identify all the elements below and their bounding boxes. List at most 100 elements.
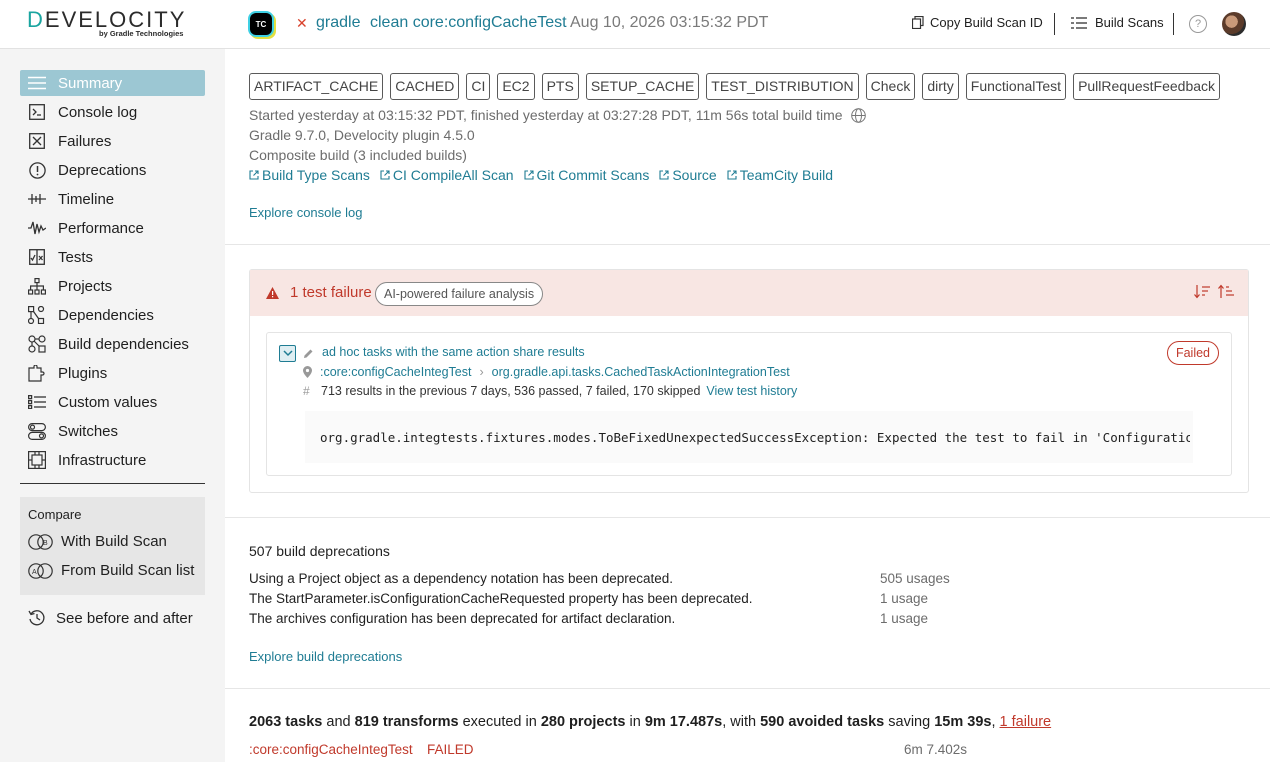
link-label: CI CompileAll Scan (392, 167, 514, 183)
compare-with-label: With Build Scan (61, 533, 167, 550)
test-breadcrumb: :core:configCacheIntegTest › org.gradle.… (320, 365, 790, 379)
sidebar-item-custom-values[interactable]: Custom values (20, 389, 205, 415)
see-before-and-after-link[interactable]: See before and after (28, 609, 193, 627)
build-date: Aug 10, 2026 03:15:32 PDT (570, 14, 769, 31)
sidebar-item-label: Build dependencies (58, 335, 189, 353)
composite-text: Composite build (3 included builds) (249, 147, 467, 163)
sidebar-item-label: Switches (58, 422, 119, 440)
tag[interactable]: Check (865, 73, 916, 100)
copy-build-scan-id-button[interactable]: Copy Build Scan ID (912, 15, 1043, 30)
build-tags: ARTIFACT_CACHE CACHED CI EC2 PTS SETUP_C… (249, 73, 1221, 100)
svg-text:A: A (32, 569, 37, 576)
test-name-link[interactable]: ad hoc tasks with the same action share … (322, 345, 585, 359)
sidebar-item-projects[interactable]: Projects (20, 273, 205, 299)
logo-wordmark: DEVELOCITY (27, 7, 187, 32)
tag[interactable]: CI (466, 73, 491, 100)
sidebar-item-deprecations[interactable]: Deprecations (20, 157, 205, 183)
sidebar-item-switches[interactable]: Switches (20, 418, 205, 444)
deprecation-usage: 505 usages (880, 571, 950, 586)
git-commit-scans-link[interactable]: Git Commit Scans (523, 167, 649, 183)
develocity-logo[interactable]: DEVELOCITY by Gradle Technologies (27, 9, 187, 39)
tag[interactable]: FunctionalTest (965, 73, 1067, 100)
sidebar-item-label: Projects (58, 277, 113, 295)
sidebar-item-plugins[interactable]: Plugins (20, 360, 205, 386)
sidebar-item-timeline[interactable]: Timeline (20, 186, 205, 212)
sidebar: Summary Console log Failures Deprecation… (0, 49, 225, 762)
projects-icon (26, 277, 48, 295)
ai-failure-analysis-button[interactable]: AI-powered failure analysis (375, 282, 544, 306)
deprecation-row[interactable]: The StartParameter.isConfigurationCacheR… (249, 591, 969, 606)
compare-panel: Compare B With Build Scan A From Build S… (20, 497, 205, 595)
teamcity-build-link[interactable]: TeamCity Build (727, 167, 833, 183)
sort-descending-icon[interactable] (1194, 284, 1210, 299)
infrastructure-icon (26, 451, 48, 469)
sidebar-item-dependencies[interactable]: Dependencies (20, 302, 205, 328)
header-divider (1054, 13, 1055, 35)
sidebar-item-failures[interactable]: Failures (20, 128, 205, 154)
test-project-link[interactable]: :core:configCacheIntegTest (320, 365, 471, 379)
expand-toggle[interactable] (279, 345, 296, 362)
sidebar-item-label: Console log (58, 103, 138, 121)
sidebar-item-summary[interactable]: Summary (20, 70, 205, 96)
tag[interactable]: dirty (922, 73, 959, 100)
performance-icon (26, 219, 48, 237)
tag[interactable]: PTS (541, 73, 579, 100)
compare-with-build-scan[interactable]: B With Build Scan (28, 533, 167, 550)
ci-compileall-scan-link[interactable]: CI CompileAll Scan (380, 167, 514, 183)
deprecation-usage: 1 usage (880, 611, 929, 626)
failures-title[interactable]: 1 test failure (290, 284, 372, 301)
sidebar-item-label: Plugins (58, 364, 108, 382)
external-link-icon (523, 170, 534, 180)
sidebar-item-label: Infrastructure (58, 451, 147, 469)
section-divider (225, 244, 1270, 245)
task-link[interactable]: clean core:configCacheTest (370, 14, 567, 32)
failed-task-duration: 6m 7.402s (904, 742, 968, 757)
tag[interactable]: CACHED (390, 73, 460, 100)
teamcity-icon[interactable]: TC (250, 13, 272, 35)
explore-console-log-link[interactable]: Explore console log (249, 205, 362, 220)
compare-from-build-scan-list[interactable]: A From Build Scan list (28, 562, 194, 579)
project-link[interactable]: gradle (316, 14, 360, 32)
sidebar-item-infrastructure[interactable]: Infrastructure (20, 447, 205, 473)
sidebar-item-tests[interactable]: Tests (20, 244, 205, 270)
deprecation-row[interactable]: Using a Project object as a dependency n… (249, 571, 969, 586)
tag[interactable]: PullRequestFeedback (1073, 73, 1221, 100)
tag[interactable]: EC2 (497, 73, 535, 100)
logo-subtitle: by Gradle Technologies (99, 29, 184, 38)
compare-title: Compare (28, 507, 82, 522)
summary-text: , (991, 714, 1000, 730)
avatar[interactable] (1222, 12, 1246, 36)
source-link[interactable]: Source (659, 167, 717, 183)
sort-ascending-icon[interactable] (1218, 284, 1234, 299)
build-scans-button[interactable]: Build Scans (1071, 15, 1164, 30)
tag[interactable]: SETUP_CACHE (585, 73, 700, 100)
deprecation-row[interactable]: The archives configuration has been depr… (249, 611, 969, 626)
view-test-history-link[interactable]: View test history (706, 384, 797, 398)
main-content: ARTIFACT_CACHE CACHED CI EC2 PTS SETUP_C… (225, 49, 1270, 762)
sidebar-item-console-log[interactable]: Console log (20, 99, 205, 125)
tag[interactable]: ARTIFACT_CACHE (249, 73, 384, 100)
sidebar-item-build-dependencies[interactable]: Build dependencies (20, 331, 205, 357)
external-link-icon (249, 170, 259, 180)
deprecations-title: 507 build deprecations (249, 543, 390, 559)
versions-text: Gradle 9.7.0, Develocity plugin 4.5.0 (249, 127, 475, 143)
globe-icon[interactable] (850, 107, 866, 123)
transforms-count: 819 transforms (354, 714, 459, 730)
failures-header: 1 test failure AI-powered failure analys… (250, 270, 1248, 316)
test-class-link[interactable]: org.gradle.api.tasks.CachedTaskActionInt… (492, 365, 790, 379)
task-failure-link[interactable]: 1 failure (1000, 714, 1052, 730)
compare-from-label: From Build Scan list (61, 562, 195, 579)
help-icon[interactable]: ? (1189, 15, 1207, 33)
sidebar-item-label: Performance (58, 219, 144, 237)
summary-text: and (322, 714, 355, 730)
link-label: Source (672, 167, 717, 183)
tag[interactable]: TEST_DISTRIBUTION (706, 73, 859, 100)
failed-task-link[interactable]: :core:configCacheIntegTest (249, 742, 413, 757)
explore-build-deprecations-link[interactable]: Explore build deprecations (249, 649, 402, 664)
build-type-scans-link[interactable]: Build Type Scans (249, 167, 370, 183)
sidebar-item-performance[interactable]: Performance (20, 215, 205, 241)
history-icon (28, 610, 45, 626)
test-failure-card: ad hoc tasks with the same action share … (266, 332, 1232, 476)
external-links: Build Type Scans CI CompileAll Scan Git … (249, 167, 833, 183)
top-header: DEVELOCITY by Gradle Technologies TC ✕ g… (0, 0, 1270, 49)
